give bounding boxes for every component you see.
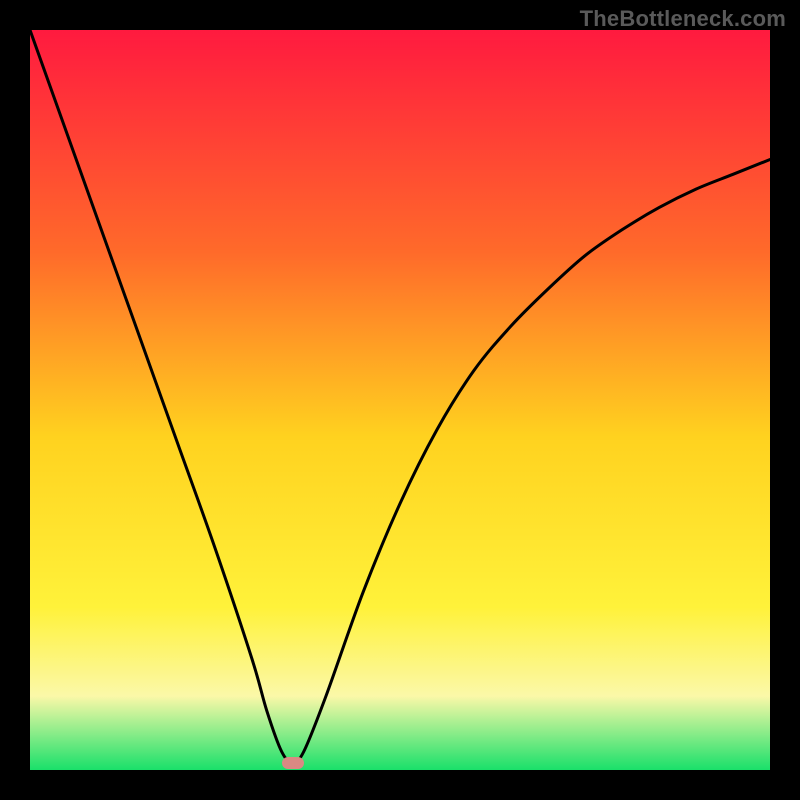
bottleneck-curve — [30, 30, 770, 770]
plot-area — [30, 30, 770, 770]
optimal-marker — [282, 757, 304, 769]
watermark-text: TheBottleneck.com — [580, 6, 786, 32]
chart-frame: TheBottleneck.com — [0, 0, 800, 800]
